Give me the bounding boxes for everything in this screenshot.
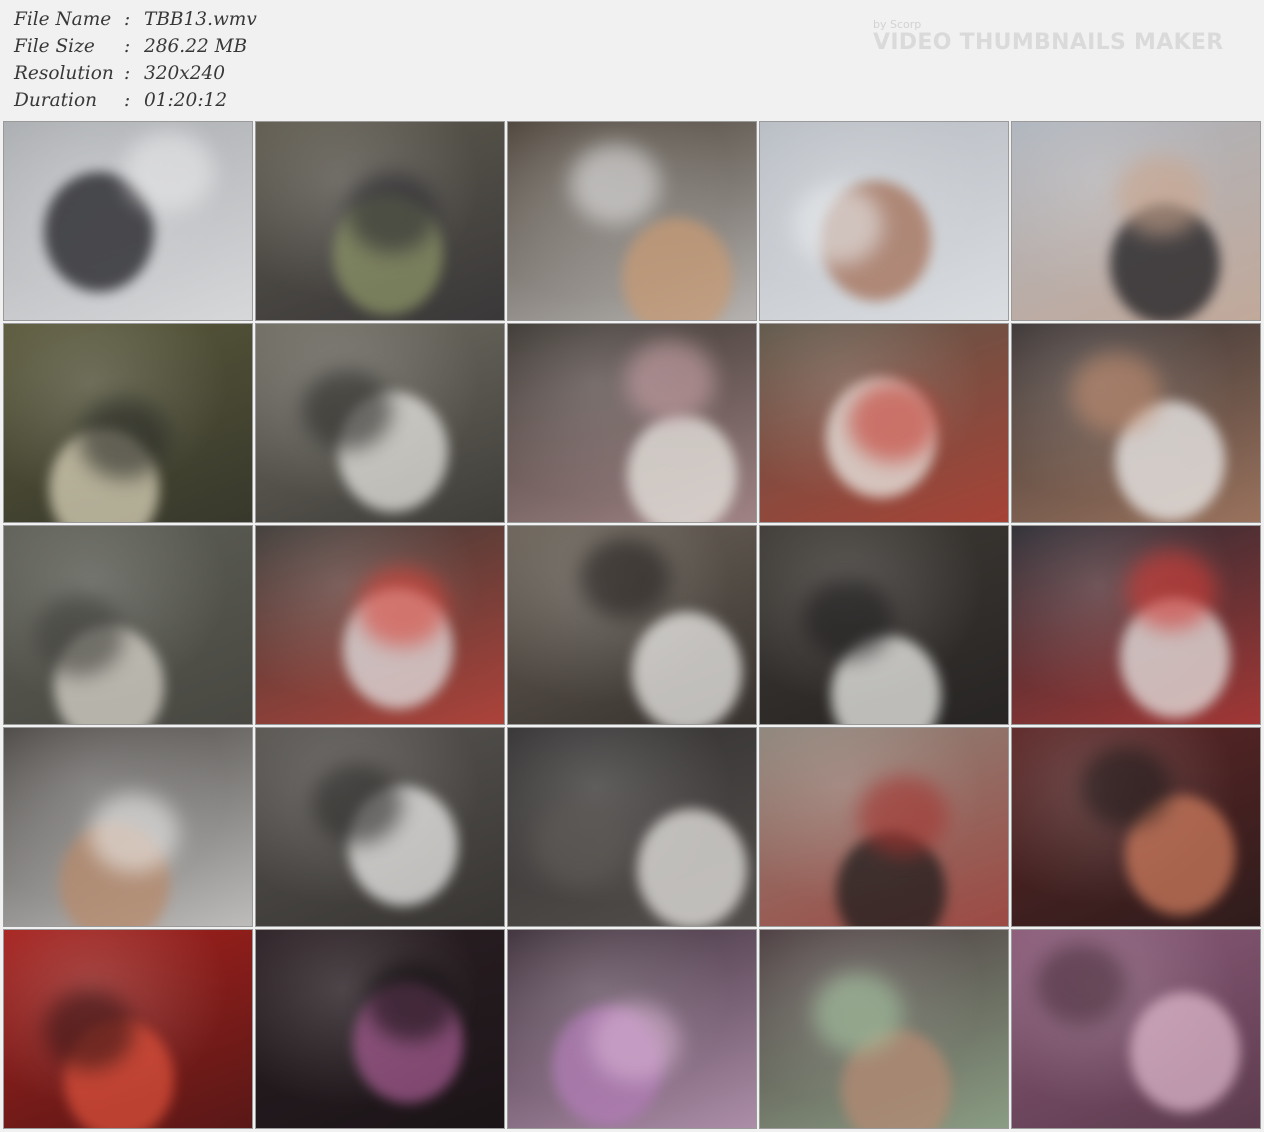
video-thumbnail [1011, 323, 1261, 523]
separator: : [124, 90, 131, 111]
video-thumbnail [3, 929, 253, 1129]
video-thumbnail [507, 929, 757, 1129]
watermark-title: VIDEO THUMBNAILS MAKER [873, 30, 1224, 55]
video-thumbnail [759, 525, 1009, 725]
video-thumbnail [255, 323, 505, 523]
thumbnail-grid [3, 121, 1261, 1129]
video-thumbnail [255, 929, 505, 1129]
video-thumbnail [507, 121, 757, 321]
video-thumbnail [3, 525, 253, 725]
video-thumbnail [1011, 525, 1261, 725]
video-thumbnail [507, 525, 757, 725]
frame-figure [1130, 992, 1240, 1112]
frame-shadow [1071, 353, 1161, 433]
resolution-value: 320x240 [144, 63, 226, 84]
frame-shadow [34, 596, 124, 676]
frame-shadow [580, 538, 670, 618]
frame-shadow [1126, 550, 1216, 630]
frame-shadow [44, 990, 134, 1070]
frame-shadow [347, 173, 437, 253]
file-name-value: TBB13.wmv [144, 9, 257, 30]
frame-shadow [535, 805, 625, 885]
frame-shadow [1081, 747, 1171, 827]
frame-shadow [625, 341, 715, 421]
separator: : [124, 9, 131, 30]
frame-shadow [1116, 156, 1206, 236]
video-thumbnail [255, 525, 505, 725]
frame-figure [622, 218, 732, 320]
frame-shadow [89, 793, 179, 873]
video-thumbnail [255, 727, 505, 927]
frame-shadow [79, 399, 169, 479]
video-thumbnail [3, 727, 253, 927]
frame-shadow [813, 973, 903, 1053]
frame-figure [637, 809, 747, 926]
video-thumbnail [3, 121, 253, 321]
separator: : [124, 36, 131, 57]
duration-label: Duration [14, 90, 98, 111]
resolution-label: Resolution [14, 63, 114, 84]
video-thumbnail [1011, 929, 1261, 1129]
file-name-label: File Name [14, 9, 112, 30]
frame-shadow [312, 764, 402, 844]
frame-shadow [367, 961, 457, 1041]
video-thumbnail [759, 727, 1009, 927]
frame-shadow [858, 776, 948, 856]
video-thumbnail [1011, 727, 1261, 927]
frame-shadow [124, 132, 214, 212]
frame-shadow [848, 382, 938, 462]
frame-shadow [590, 1002, 680, 1082]
video-thumbnail [255, 121, 505, 321]
video-thumbnail [759, 929, 1009, 1129]
frame-shadow [570, 144, 660, 224]
frame-figure [632, 612, 742, 724]
separator: : [124, 63, 131, 84]
frame-shadow [357, 567, 447, 647]
file-size-label: File Size [14, 36, 95, 57]
video-thumbnail [507, 323, 757, 523]
frame-shadow [1036, 944, 1126, 1024]
video-thumbnail [507, 727, 757, 927]
frame-shadow [803, 579, 893, 659]
frame-shadow [302, 370, 392, 450]
video-thumbnail [759, 121, 1009, 321]
duration-value: 01:20:12 [144, 90, 228, 111]
file-size-value: 286.22 MB [144, 36, 248, 57]
video-thumbnail [1011, 121, 1261, 321]
video-thumbnail [759, 323, 1009, 523]
frame-figure [627, 415, 737, 522]
video-thumbnail [3, 323, 253, 523]
frame-shadow [793, 185, 883, 265]
